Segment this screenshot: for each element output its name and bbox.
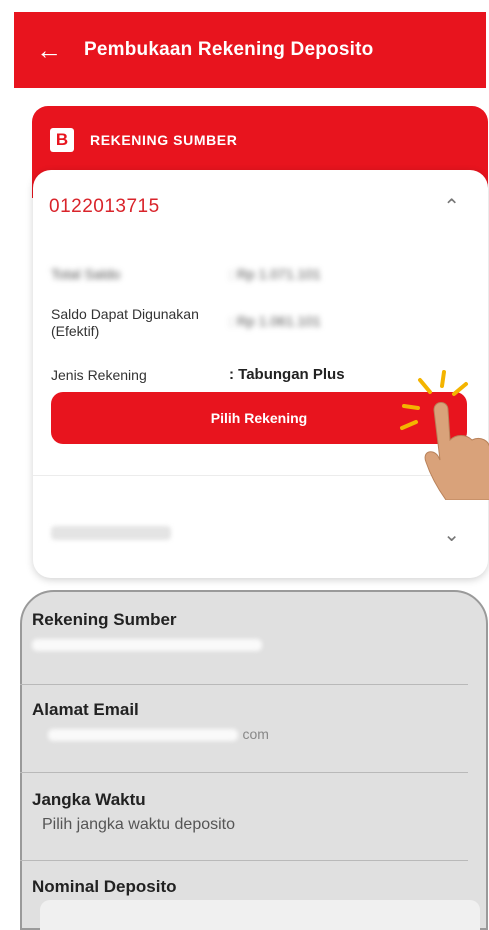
form-field-source-account[interactable]: Rekening Sumber	[32, 610, 262, 654]
email-value-blur	[48, 728, 238, 741]
page-title: Pembukaan Rekening Deposito	[84, 39, 374, 60]
app-bar: ← Pembukaan Rekening Deposito	[14, 12, 486, 88]
account-type-label: Jenis Rekening	[51, 367, 147, 383]
form-field-email[interactable]: Alamat Email com	[32, 700, 269, 744]
field-label: Alamat Email	[32, 700, 139, 719]
term-placeholder: Pilih jangka waktu deposito	[42, 816, 236, 833]
bank-logo-icon: B	[50, 128, 74, 152]
email-value: com	[242, 726, 269, 742]
effective-balance-label: Saldo Dapat Digunakan (Efektif)	[51, 306, 199, 339]
second-account-number: 0122013716	[51, 526, 171, 540]
field-label: Jangka Waktu	[32, 790, 146, 809]
deposit-amount-input[interactable]	[40, 900, 480, 930]
total-balance-value: : Rp 1.071.101	[229, 266, 321, 282]
chevron-down-icon[interactable]: ⌄	[443, 522, 460, 547]
field-label: Rekening Sumber	[32, 610, 177, 629]
back-button[interactable]: ←	[14, 12, 84, 88]
divider	[20, 772, 468, 773]
total-balance-label: Total Saldo	[51, 266, 121, 282]
form-field-deposit-amount[interactable]: Nominal Deposito	[32, 877, 177, 897]
source-account-value	[32, 638, 262, 651]
field-label: Nominal Deposito	[32, 877, 177, 896]
divider	[20, 684, 468, 685]
tap-hand-icon	[400, 370, 489, 500]
divider	[20, 860, 468, 861]
account-number: 0122013715	[49, 196, 160, 217]
effective-balance-value: : Rp 1.061.101	[229, 313, 321, 329]
account-type-value: : Tabungan Plus	[229, 366, 345, 383]
source-account-label: REKENING SUMBER	[90, 132, 238, 148]
form-field-term[interactable]: Jangka Waktu Pilih jangka waktu deposito	[32, 790, 235, 834]
arrow-left-icon: ←	[36, 34, 62, 65]
chevron-up-icon[interactable]: ⌃	[443, 194, 460, 219]
